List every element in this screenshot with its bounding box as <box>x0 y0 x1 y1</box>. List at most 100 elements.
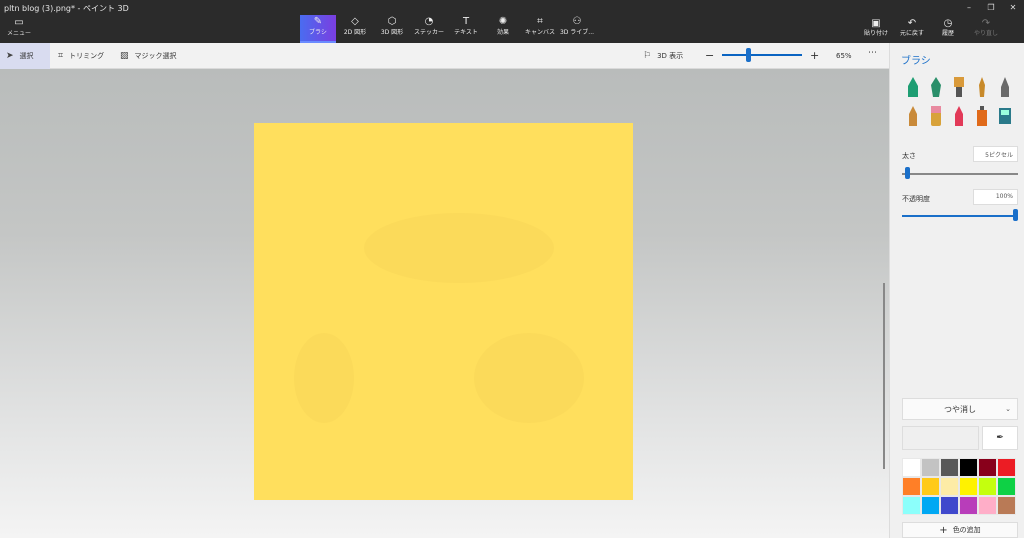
select-button[interactable]: ➤ 選択 <box>0 43 50 69</box>
tab-effects[interactable]: ✺ 効果 <box>485 15 521 43</box>
paste-icon: ▣ <box>871 18 881 29</box>
menu-label: メニュー <box>6 30 31 37</box>
color-swatch[interactable] <box>978 477 997 496</box>
zoom-slider-thumb[interactable] <box>746 48 751 62</box>
color-swatch[interactable] <box>902 477 921 496</box>
eyedropper-button[interactable]: ✒ <box>982 426 1018 450</box>
color-swatch[interactable] <box>902 458 921 477</box>
marker-brush[interactable] <box>905 76 921 98</box>
eraser-brush[interactable] <box>928 105 944 127</box>
opacity-slider-thumb[interactable] <box>1013 209 1018 221</box>
maximize-icon[interactable]: ❐ <box>980 0 1002 14</box>
zoom-in-icon[interactable]: + <box>810 50 819 61</box>
tab-stickers[interactable]: ◔ ステッカー <box>411 15 447 43</box>
tab-label: テキスト <box>454 29 478 36</box>
watercolor-brush[interactable] <box>974 76 990 98</box>
crop-icon: ⌗ <box>58 51 64 61</box>
color-swatch[interactable] <box>959 496 978 515</box>
opacity-input[interactable]: 100% <box>973 189 1018 205</box>
spray-can-brush[interactable] <box>974 105 990 127</box>
color-swatch[interactable] <box>921 477 940 496</box>
tab-label: キャンバス <box>524 29 555 36</box>
color-swatch[interactable] <box>921 496 940 515</box>
zoom-out-icon[interactable]: − <box>705 50 714 61</box>
view-3d-button[interactable]: ⚐ 3D 表示 <box>643 43 683 69</box>
color-swatch[interactable] <box>940 477 959 496</box>
fill-bucket-icon <box>999 108 1011 124</box>
color-swatch[interactable] <box>940 496 959 515</box>
library-icon: ⚇ <box>572 16 582 27</box>
select-label: 選択 <box>19 52 34 60</box>
more-options-icon[interactable]: ⋯ <box>868 48 877 58</box>
color-swatch[interactable] <box>902 496 921 515</box>
color-swatch[interactable] <box>978 496 997 515</box>
pixel-pen-brush[interactable] <box>997 76 1013 98</box>
brush-panel: ブラシ 太さ 5ピクセル 不透明度 100% つや消し ⌄ ✒ + 色の追加 <box>889 43 1024 538</box>
folder-icon: ▭ <box>14 17 24 28</box>
eraser-icon <box>931 106 941 126</box>
canvas-smudge <box>294 333 354 423</box>
paste-button[interactable]: ▣ 貼り付け <box>862 18 890 38</box>
crayon-brush[interactable] <box>951 105 967 127</box>
tab-3d-shapes[interactable]: ⬡ 3D 図形 <box>374 15 410 43</box>
fill-brush[interactable] <box>997 105 1013 127</box>
thickness-slider-thumb[interactable] <box>905 167 910 179</box>
tab-label: 効果 <box>496 29 509 36</box>
zoom-slider[interactable] <box>722 54 802 56</box>
calligraphy-pen-icon <box>931 77 941 97</box>
thickness-input[interactable]: 5ピクセル <box>973 146 1018 162</box>
text-icon: T <box>462 16 470 27</box>
pencil-brush[interactable] <box>905 105 921 127</box>
vertical-scrollbar[interactable] <box>883 283 885 469</box>
window-title: pltn blog (3).png* - ペイント 3D <box>4 4 129 13</box>
tab-3d-library[interactable]: ⚇ 3D ライブ... <box>559 15 595 43</box>
eyedropper-icon: ✒ <box>996 433 1004 443</box>
oil-brush-icon <box>954 77 964 97</box>
thickness-slider[interactable] <box>902 173 1018 175</box>
tab-label: 2D 図形 <box>343 29 367 36</box>
shapes-2d-icon: ◇ <box>351 16 359 27</box>
history-button[interactable]: ◷ 履歴 <box>934 18 962 38</box>
tab-label: 3D ライブ... <box>559 29 595 36</box>
minimize-icon[interactable]: – <box>958 0 980 14</box>
color-swatch[interactable] <box>997 477 1016 496</box>
magic-select-button[interactable]: ▨ マジック選択 <box>120 43 177 69</box>
close-icon[interactable]: ✕ <box>1002 0 1024 14</box>
color-swatch[interactable] <box>997 496 1016 515</box>
cube-icon: ⬡ <box>387 16 397 27</box>
magic-select-icon: ▨ <box>120 51 129 61</box>
color-swatch[interactable] <box>940 458 959 477</box>
title-ribbon-bar: pltn blog (3).png* - ペイント 3D – ❐ ✕ ▭ メニュ… <box>0 0 1024 43</box>
tab-label: ステッカー <box>413 29 444 36</box>
color-swatch[interactable] <box>978 458 997 477</box>
sub-toolbar: ➤ 選択 ⌗ トリミング ▨ マジック選択 ⚐ 3D 表示 − + <box>0 43 889 69</box>
magic-select-label: マジック選択 <box>134 52 177 60</box>
tab-text[interactable]: T テキスト <box>448 15 484 43</box>
oil-brush[interactable] <box>951 76 967 98</box>
crop-button[interactable]: ⌗ トリミング <box>58 43 104 69</box>
add-color-button[interactable]: + 色の追加 <box>902 522 1018 538</box>
add-color-label: 色の追加 <box>952 526 981 534</box>
drawing-canvas[interactable] <box>254 123 633 500</box>
calligraphy-pen-brush[interactable] <box>928 76 944 98</box>
current-color-box[interactable] <box>902 426 979 450</box>
finish-dropdown[interactable]: つや消し ⌄ <box>902 398 1018 420</box>
thickness-label: 太さ <box>902 152 916 160</box>
opacity-slider[interactable] <box>902 215 1018 217</box>
spray-can-icon <box>977 106 987 126</box>
crayon-icon <box>955 106 963 126</box>
tab-label: ブラシ <box>309 29 327 36</box>
flag-icon: ⚐ <box>643 51 652 61</box>
menu-button[interactable]: ▭ メニュー <box>6 18 32 40</box>
tab-canvas[interactable]: ⌗ キャンバス <box>522 15 558 43</box>
tab-brush[interactable]: ✎ ブラシ <box>300 15 336 43</box>
canvas-smudge <box>364 213 554 283</box>
color-swatch[interactable] <box>997 458 1016 477</box>
color-swatch[interactable] <box>959 477 978 496</box>
color-swatch[interactable] <box>921 458 940 477</box>
history-icon: ◷ <box>943 18 953 29</box>
redo-button[interactable]: ↷ やり直し <box>972 18 1000 38</box>
undo-button[interactable]: ↶ 元に戻す <box>898 18 926 38</box>
tab-2d-shapes[interactable]: ◇ 2D 図形 <box>337 15 373 43</box>
color-swatch[interactable] <box>959 458 978 477</box>
